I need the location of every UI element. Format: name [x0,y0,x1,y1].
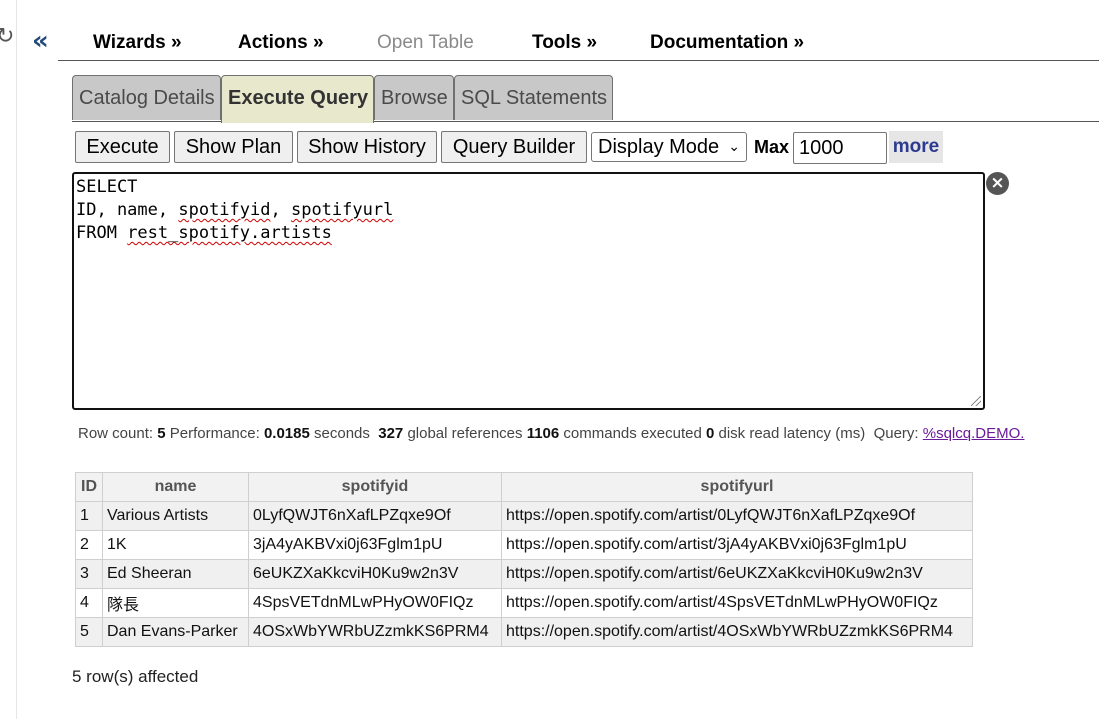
table-row: 4 隊長 4SpsVETdnMLwPHyOW0FIQz https://open… [75,588,973,618]
cell-spotifyid: 4SpsVETdnMLwPHyOW0FIQz [248,588,502,618]
cached-query-link[interactable]: %sqlcq.DEMO. [923,425,1025,442]
rows-affected-text: 5 row(s) affected [72,667,199,686]
display-mode-select[interactable]: Display Mode ⌄ [591,132,747,162]
query-text: ID, name, [76,200,179,220]
menu-wizards[interactable]: Wizards » [93,32,182,54]
column-header-id[interactable]: ID [75,472,103,502]
table-row: 5 Dan Evans-Parker 4OSxWbYWRbUZzmkKS6PRM… [75,617,973,647]
commands-value: 1106 [526,425,560,442]
cell-spotifyid: 0LyfQWJT6nXafLPZqxe9Of [248,501,502,531]
stat-label: seconds [314,425,370,442]
stat-label: Row count: [78,425,154,442]
global-refs-value: 327 [378,425,404,442]
column-header-spotifyid[interactable]: spotifyid [248,472,502,502]
query-line-3: FROM rest_spotify.artists [74,222,983,245]
cell-spotifyid: 6eUKZXaKkcviH0Ku9w2n3V [248,559,502,589]
query-misspelled-word: spotifyurl [290,200,394,220]
collapse-sidebar-icon[interactable]: « [32,27,49,55]
tab-catalog-details[interactable]: Catalog Details [72,75,221,120]
row-count-value: 5 [157,425,166,442]
display-mode-value: Display Mode [598,136,720,158]
table-row: 1 Various Artists 0LyfQWJT6nXafLPZqxe9Of… [75,501,973,531]
cell-spotifyurl: https://open.spotify.com/artist/4OSxWbYW… [501,617,973,647]
query-line-2: ID, name, spotifyid, spotifyurl [74,199,983,222]
execute-button[interactable]: Execute [75,131,170,163]
cell-spotifyurl: https://open.spotify.com/artist/4SpsVETd… [501,588,973,618]
clear-query-icon[interactable]: × [986,172,1009,195]
cell-id: 2 [75,530,103,560]
cell-id: 1 [75,501,103,531]
chevron-down-icon: ⌄ [728,139,740,155]
cell-id: 4 [75,588,103,618]
stat-label: Query: [873,425,919,442]
cell-name: Dan Evans-Parker [102,617,249,647]
menu-open-table: Open Table [377,32,474,53]
show-history-button[interactable]: Show History [297,131,437,163]
cell-name: 隊長 [102,588,249,618]
query-misspelled-word: rest_spotify.artists [127,223,332,243]
cell-name: Various Artists [102,501,249,531]
performance-value: 0.0185 [263,425,310,442]
cell-spotifyurl: https://open.spotify.com/artist/0LyfQWJT… [501,501,973,531]
more-link[interactable]: more [889,131,943,163]
max-label: Max [754,137,790,157]
left-divider [16,0,17,719]
query-stats: Row count: 5 Performance: 0.0185 seconds… [78,425,1024,442]
show-plan-button[interactable]: Show Plan [174,131,293,163]
max-rows-input[interactable]: 1000 [793,132,887,164]
cell-spotifyid: 4OSxWbYWRbUZzmkKS6PRM4 [248,617,502,647]
disk-latency-value: 0 [705,425,715,442]
menu-tools[interactable]: Tools » [532,32,597,54]
query-builder-button[interactable]: Query Builder [441,131,587,163]
tab-sql-statements[interactable]: SQL Statements [454,75,613,120]
top-menu-bar: Wizards » Actions » Open Table Tools » D… [58,30,1099,61]
stat-label: global references [407,425,523,442]
query-misspelled-word: spotifyid [178,200,271,220]
cell-spotifyurl: https://open.spotify.com/artist/3jA4yAKB… [501,530,973,560]
tab-browse[interactable]: Browse [374,75,454,120]
cell-spotifyid: 3jA4yAKBVxi0j63Fglm1pU [248,530,502,560]
refresh-icon[interactable]: ↻ [0,24,14,49]
stat-label: Performance: [169,425,260,442]
resize-handle-icon[interactable] [971,396,981,406]
tab-execute-query[interactable]: Execute Query [221,75,374,123]
query-text: , [270,200,291,220]
column-header-name[interactable]: name [102,472,249,502]
cell-name: 1K [102,530,249,560]
stat-label: commands executed [563,425,702,442]
cell-id: 5 [75,617,103,647]
cell-id: 3 [75,559,103,589]
cell-name: Ed Sheeran [102,559,249,589]
table-row: 3 Ed Sheeran 6eUKZXaKkcviH0Ku9w2n3V http… [75,559,973,589]
table-row: 2 1K 3jA4yAKBVxi0j63Fglm1pU https://open… [75,530,973,560]
sql-editor[interactable]: SELECT ID, name, spotifyid, spotifyurl F… [72,172,985,410]
query-text: FROM [76,223,128,243]
cell-spotifyurl: https://open.spotify.com/artist/6eUKZXaK… [501,559,973,589]
table-header-row: ID name spotifyid spotifyurl [75,472,973,502]
query-line-1: SELECT [76,177,138,197]
menu-actions[interactable]: Actions » [238,32,324,54]
results-table: ID name spotifyid spotifyurl 1 Various A… [75,472,973,647]
stat-label: disk read latency (ms) [718,425,866,442]
menu-documentation[interactable]: Documentation » [650,32,804,54]
column-header-spotifyurl[interactable]: spotifyurl [501,472,973,502]
